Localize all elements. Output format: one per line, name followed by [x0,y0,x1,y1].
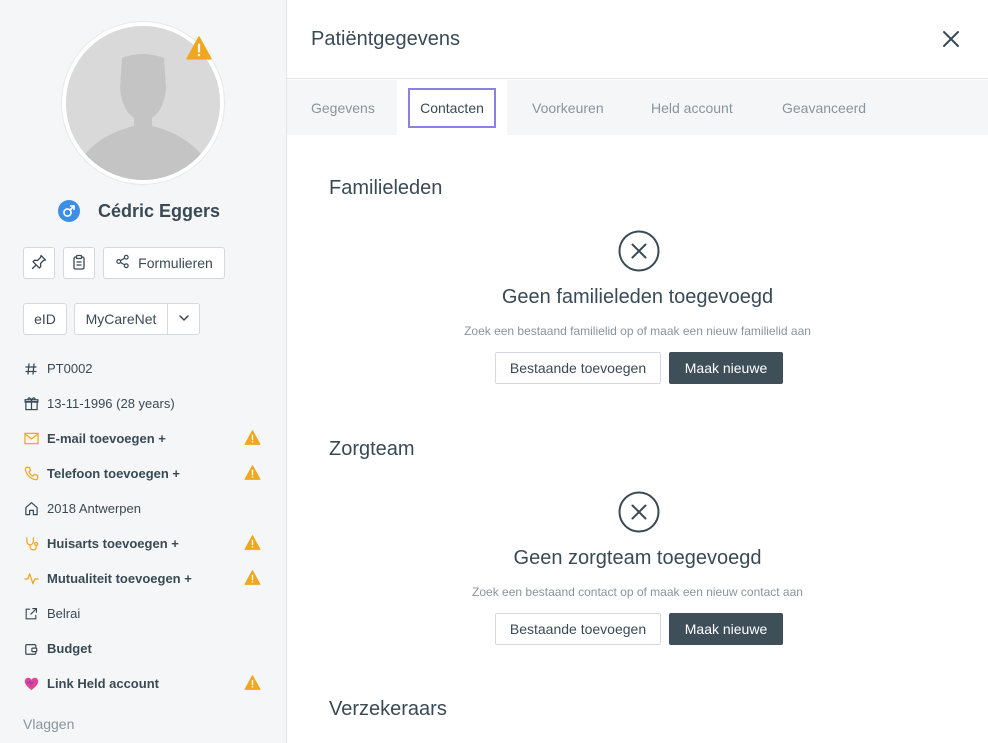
tab-contacten[interactable]: Contacten [397,80,507,135]
family-empty-subtitle: Zoek een bestaand familielid op of maak … [464,324,811,338]
link-held-account-text: Link Held account [47,676,159,691]
home-icon [23,501,39,517]
info-patient-id-text: PT0002 [47,361,93,376]
warning-icon [244,430,261,448]
careteam-section-title: Zorgteam [329,438,415,460]
share-icon [115,254,130,272]
add-email-link[interactable]: E-mail toevoegen + [23,421,273,456]
add-existing-contact-button[interactable]: Bestaande toevoegen [495,613,661,645]
close-icon [941,31,961,53]
flags-section-label: Vlaggen [23,716,75,732]
eid-button-label: eID [34,311,56,327]
avatar-container [62,22,224,184]
empty-state-x-icon [618,230,660,272]
careteam-empty-title: Geen zorgteam toegevoegd [513,547,762,569]
add-phone-text: Telefoon toevoegen + [47,466,181,481]
info-address: 2018 Antwerpen [23,491,273,526]
stethoscope-icon [23,536,39,552]
patient-name: Cédric Eggers [98,200,221,221]
add-insurance-link[interactable]: Mutualiteit toevoegen + [23,561,273,596]
eid-button[interactable]: eID [23,303,67,335]
add-email-text: E-mail toevoegen + [47,431,166,446]
heart-icon [23,676,39,692]
wallet-icon [23,641,39,657]
chevron-down-icon [178,311,190,327]
patient-details-panel: Patiëntgegevens Gegevens Contacten Voork… [287,0,988,743]
budget-text: Budget [47,641,92,656]
tab-gegevens[interactable]: Gegevens [311,80,375,135]
create-new-contact-button[interactable]: Maak nieuwe [669,613,783,645]
warning-icon [244,465,261,483]
male-icon [58,200,80,222]
gift-icon [23,396,39,412]
mail-icon [23,431,39,447]
tab-bar: Gegevens Contacten Voorkeuren Held accou… [287,80,988,135]
mycarenet-dropdown-button[interactable] [167,303,200,335]
patient-sidebar: Cédric Eggers Formulieren eID MyCareNet … [0,0,287,743]
patient-name-row: Cédric Eggers [58,198,220,224]
clipboard-icon [71,254,87,273]
empty-state-x-icon [618,491,660,533]
forms-button[interactable]: Formulieren [103,247,225,279]
add-gp-text: Huisarts toevoegen + [47,536,179,551]
belrai-text: Belrai [47,606,81,621]
info-birthdate-text: 13-11-1996 (28 years) [47,396,175,411]
info-address-text: 2018 Antwerpen [47,501,141,516]
forms-button-label: Formulieren [138,255,213,271]
family-section-title: Familieleden [329,177,443,199]
add-insurance-text: Mutualiteit toevoegen + [47,571,192,586]
insurers-section-title: Verzekeraars [329,698,447,720]
add-phone-link[interactable]: Telefoon toevoegen + [23,456,273,491]
info-birthdate: 13-11-1996 (28 years) [23,386,273,421]
pin-button[interactable] [23,247,55,279]
mycarenet-button-label: MyCareNet [85,311,157,327]
family-empty-title: Geen familieleden toegevoegd [501,286,774,308]
external-link-icon [23,606,39,622]
warning-icon [244,570,261,588]
add-existing-family-button[interactable]: Bestaande toevoegen [495,352,661,384]
pulse-icon [23,571,39,587]
clipboard-button[interactable] [63,247,95,279]
link-held-account[interactable]: Link Held account [23,666,273,701]
mycarenet-button[interactable]: MyCareNet [74,303,168,335]
warning-icon [186,36,212,65]
warning-icon [244,535,261,553]
pin-icon [31,254,47,273]
add-gp-link[interactable]: Huisarts toevoegen + [23,526,273,561]
belrai-link[interactable]: Belrai [23,596,273,631]
budget-link[interactable]: Budget [23,631,273,666]
close-button[interactable] [941,29,961,49]
create-new-family-button[interactable]: Maak nieuwe [669,352,783,384]
info-patient-id: PT0002 [23,351,273,386]
page-title: Patiëntgegevens [311,28,461,50]
phone-icon [23,466,39,482]
patient-info-list: PT0002 13-11-1996 (28 years) E-mail toev… [23,351,273,701]
tab-voorkeuren[interactable]: Voorkeuren [532,80,604,135]
panel-header: Patiëntgegevens [287,0,988,79]
careteam-empty-subtitle: Zoek een bestaand contact op of maak een… [472,585,803,599]
warning-icon [244,675,261,693]
tab-held-account[interactable]: Held account [651,80,733,135]
tab-geavanceerd[interactable]: Geavanceerd [782,80,866,135]
hash-icon [23,361,39,377]
